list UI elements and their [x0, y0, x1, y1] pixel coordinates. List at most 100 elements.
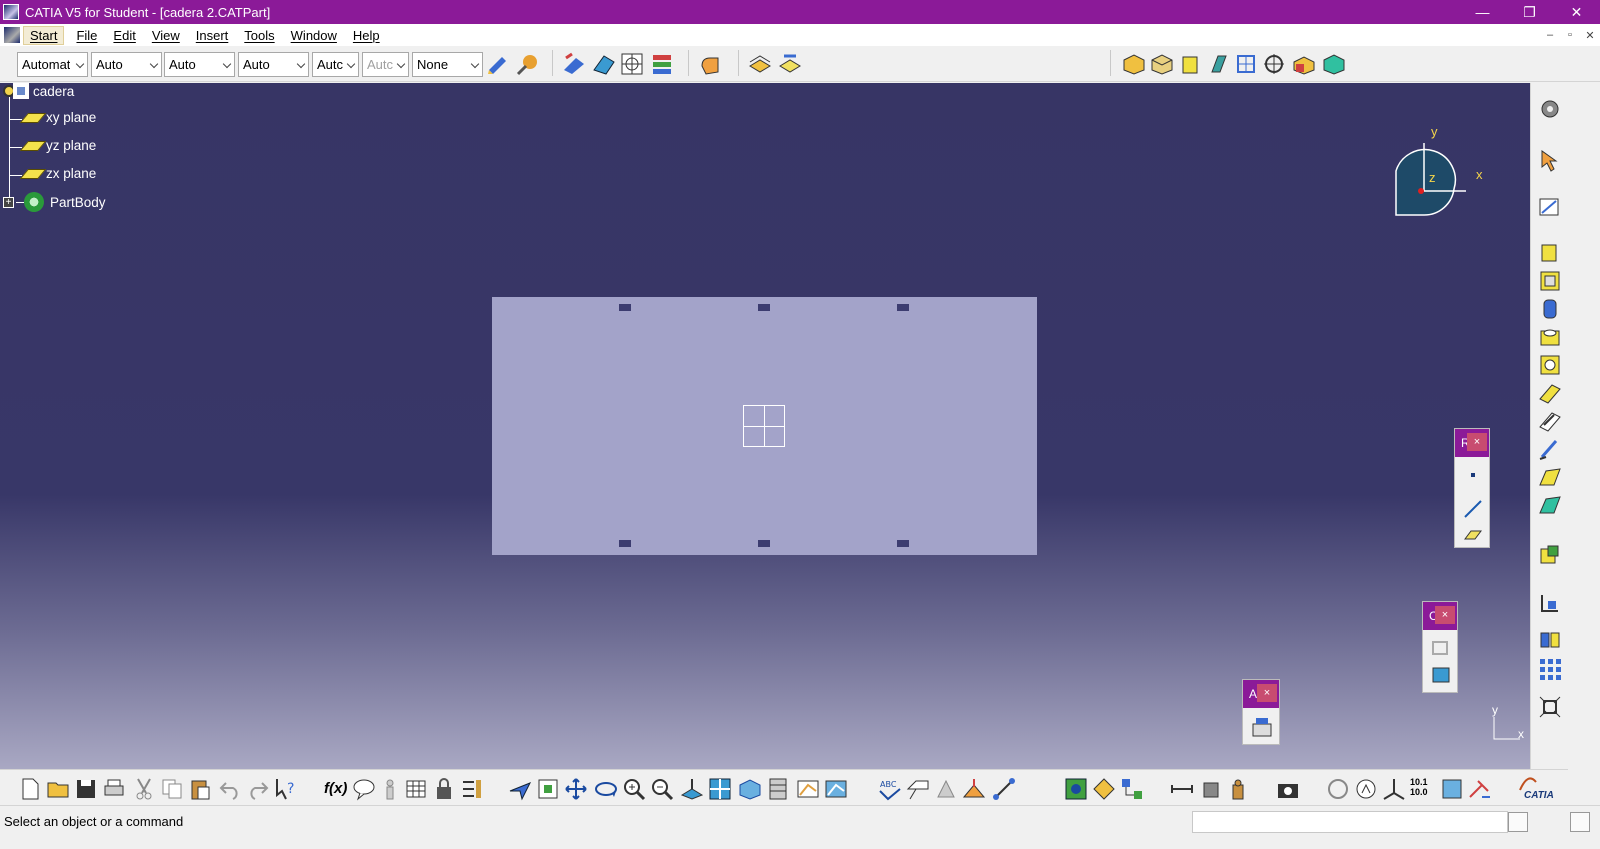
rendering-style-combo[interactable]: Autc	[362, 52, 409, 77]
rotate-icon[interactable]	[594, 777, 618, 801]
sketch-point[interactable]	[758, 304, 770, 311]
measure-item-icon[interactable]	[1170, 777, 1194, 801]
floating-toolbar-header[interactable]: R ×	[1455, 429, 1489, 457]
shaft-icon[interactable]	[1538, 297, 1562, 321]
axis-system-icon[interactable]	[1382, 777, 1406, 801]
open-folder-icon[interactable]	[46, 777, 70, 801]
doc-restore-button[interactable]: ▫	[1560, 24, 1580, 46]
print-icon[interactable]	[102, 777, 126, 801]
menu-view[interactable]: View	[144, 28, 188, 43]
parameter-list-icon[interactable]	[460, 777, 484, 801]
3d-annotation-icon[interactable]	[934, 777, 958, 801]
view-front-icon[interactable]	[1150, 52, 1174, 76]
layer-combo[interactable]: None	[412, 52, 483, 77]
whats-this-icon[interactable]: ?	[274, 777, 298, 801]
pad-icon[interactable]	[1538, 241, 1562, 265]
menu-start[interactable]: Start	[23, 25, 65, 45]
doc-minimize-button[interactable]: –	[1540, 24, 1560, 46]
knowledge-icon[interactable]	[378, 777, 402, 801]
comment-icon[interactable]	[352, 777, 376, 801]
hand-tool-icon[interactable]	[698, 52, 722, 76]
hide-show-icon[interactable]	[796, 777, 820, 801]
sketch-rectangle[interactable]	[492, 297, 1037, 555]
undo-icon[interactable]	[218, 777, 242, 801]
floating-toolbar-close-button[interactable]: ×	[1467, 433, 1487, 451]
menu-edit[interactable]: Edit	[105, 28, 143, 43]
compass[interactable]: y x z	[1390, 123, 1490, 223]
sketch-point[interactable]	[758, 540, 770, 547]
sketch-analysis-icon[interactable]	[962, 777, 986, 801]
zoom-in-icon[interactable]	[622, 777, 646, 801]
units-display[interactable]: 10.1 10.0	[1410, 777, 1438, 801]
hand-select-icon[interactable]	[1354, 777, 1378, 801]
paste-icon[interactable]	[188, 777, 212, 801]
compass-tool-icon[interactable]	[1468, 777, 1492, 801]
mass-icon[interactable]	[1226, 777, 1250, 801]
floating-toolbar-close-button[interactable]: ×	[1435, 606, 1455, 624]
view-shade-icon[interactable]	[1206, 52, 1230, 76]
loft-icon[interactable]	[1538, 465, 1562, 489]
floating-toolbar-header[interactable]: A ×	[1243, 680, 1279, 708]
table-icon[interactable]	[404, 777, 428, 801]
expand-plus-icon[interactable]: +	[3, 196, 14, 208]
reorder-icon[interactable]	[1092, 777, 1116, 801]
constraint-icons[interactable]	[1430, 638, 1452, 690]
sketch-point[interactable]	[897, 540, 909, 547]
view-layer-icon[interactable]	[1440, 777, 1464, 801]
new-file-icon[interactable]	[18, 777, 42, 801]
view-iso-icon[interactable]	[1122, 52, 1146, 76]
remove-loft-icon[interactable]	[1538, 493, 1562, 517]
doc-close-button[interactable]: ✕	[1580, 24, 1600, 46]
flag-note-icon[interactable]	[906, 777, 930, 801]
shading-icon[interactable]	[766, 777, 790, 801]
measure-inertia-icon[interactable]	[1198, 777, 1222, 801]
tree-root[interactable]: cadera	[3, 83, 74, 99]
stiffener-icon[interactable]	[1538, 437, 1562, 461]
measure-icon[interactable]	[1538, 591, 1562, 615]
dress-up-icon[interactable]	[1538, 543, 1562, 567]
fly-mode-icon[interactable]	[508, 777, 532, 801]
color-combo[interactable]: Automat	[17, 52, 88, 77]
normal-view-icon[interactable]	[680, 777, 704, 801]
view-box-icon[interactable]	[1178, 52, 1202, 76]
rib-icon[interactable]	[1538, 381, 1562, 405]
view-named-icon[interactable]	[1292, 52, 1316, 76]
menu-insert[interactable]: Insert	[188, 28, 237, 43]
iso-view-icon[interactable]	[738, 777, 762, 801]
lock-icon[interactable]	[432, 777, 456, 801]
pattern-icon[interactable]	[1538, 657, 1562, 681]
swap-visible-icon[interactable]	[824, 777, 848, 801]
power-input-field[interactable]	[1192, 811, 1508, 833]
stack-layer-icon[interactable]	[748, 52, 772, 76]
formula-button[interactable]: f(x)	[324, 777, 348, 801]
redo-icon[interactable]	[246, 777, 270, 801]
annotation-text-icon[interactable]: ABC	[878, 777, 902, 801]
point-symbol-combo[interactable]: Autc	[312, 52, 359, 77]
copy-icon[interactable]	[160, 777, 184, 801]
menu-help[interactable]: Help	[345, 28, 388, 43]
fit-all-icon[interactable]	[536, 777, 560, 801]
menu-tools[interactable]: Tools	[236, 28, 282, 43]
tree-item-zx-plane[interactable]: zx plane	[19, 166, 96, 181]
tree-reorder-icon[interactable]	[1120, 777, 1144, 801]
sketch-point[interactable]	[619, 540, 631, 547]
sketch-tools-icon[interactable]	[562, 52, 586, 76]
settings-gear-icon[interactable]	[1538, 97, 1562, 121]
view-wire-icon[interactable]	[1234, 52, 1258, 76]
save-icon[interactable]	[74, 777, 98, 801]
floating-toolbar-header[interactable]: C ×	[1423, 602, 1457, 630]
floating-toolbar-constraints[interactable]: C ×	[1422, 601, 1458, 693]
grid-view-icon[interactable]	[620, 52, 644, 76]
multi-view-icon[interactable]	[708, 777, 732, 801]
sketch-point[interactable]	[619, 304, 631, 311]
floating-toolbar-close-button[interactable]: ×	[1257, 684, 1277, 702]
groove-icon[interactable]	[1538, 353, 1562, 377]
wireframe-icon[interactable]	[592, 52, 616, 76]
scale-icon[interactable]	[1538, 695, 1562, 719]
target-icon[interactable]	[1262, 52, 1286, 76]
reference-elements-icons[interactable]	[1463, 465, 1483, 545]
pan-icon[interactable]	[564, 777, 588, 801]
select-cursor-icon[interactable]	[1538, 149, 1562, 173]
view-normal-icon[interactable]	[1322, 52, 1346, 76]
tree-item-xy-plane[interactable]: xy plane	[19, 110, 96, 125]
